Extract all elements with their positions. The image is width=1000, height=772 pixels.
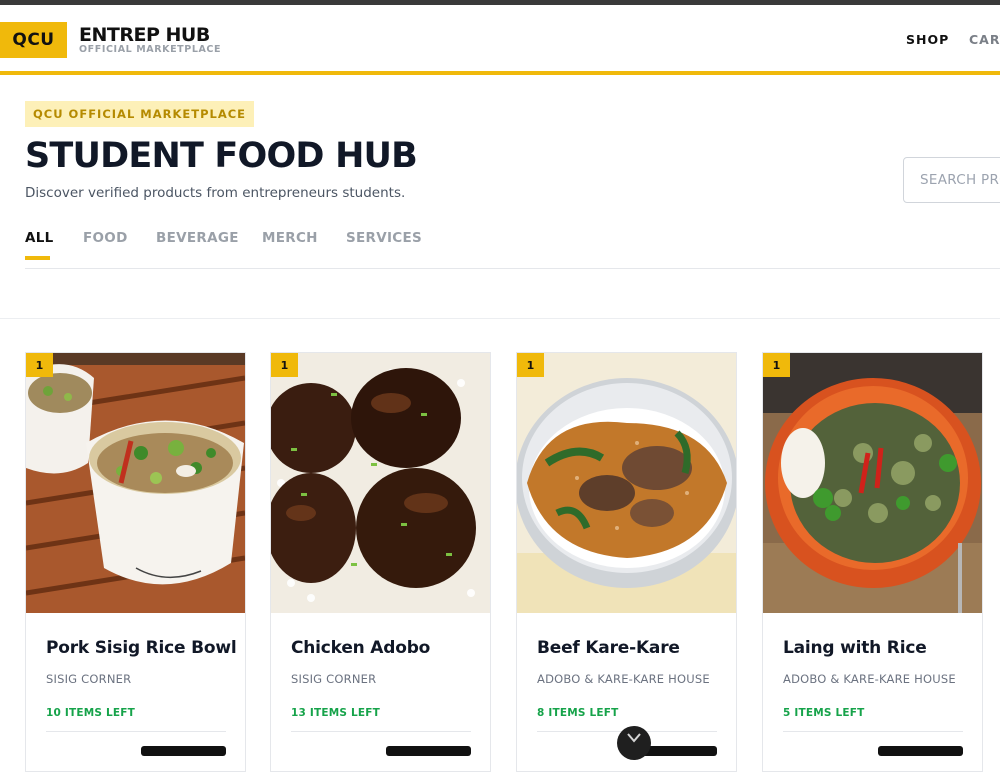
- tabs-divider: [25, 268, 1000, 269]
- product-card[interactable]: 1 Beef Kare-Kare ADOBO & KARE-KARE HOUSE…: [516, 352, 737, 772]
- quantity-badge: 1: [271, 353, 298, 377]
- product-name[interactable]: Laing with Rice: [783, 638, 927, 658]
- product-name[interactable]: Pork Sisig Rice Bowl: [46, 638, 237, 658]
- product-stock: 10 ITEMS LEFT: [46, 707, 135, 719]
- product-name[interactable]: Chicken Adobo: [291, 638, 430, 658]
- product-image[interactable]: 1: [271, 353, 490, 613]
- product-card[interactable]: 1 Pork Sisig Rice Bowl SISIG CORNER 10 I…: [25, 352, 246, 772]
- nav-cart-link[interactable]: CART: [969, 32, 1000, 47]
- brand[interactable]: ENTREP HUB OFFICIAL MARKETPLACE: [79, 25, 221, 55]
- product-image[interactable]: 1: [517, 353, 736, 613]
- brand-title: ENTREP HUB: [79, 24, 210, 46]
- product-image[interactable]: 1: [26, 353, 245, 613]
- card-divider: [291, 731, 471, 732]
- add-to-cart-button[interactable]: [386, 746, 471, 756]
- tab-beverage[interactable]: BEVERAGE: [156, 230, 239, 246]
- product-shop: ADOBO & KARE-KARE HOUSE: [783, 672, 956, 686]
- product-stock: 8 ITEMS LEFT: [537, 707, 619, 719]
- site-header: QCU ENTREP HUB OFFICIAL MARKETPLACE SHOP…: [0, 5, 1000, 75]
- product-card[interactable]: 1 Chicken Adobo SISIG CORNER 13 ITEMS LE…: [270, 352, 491, 772]
- page-title: STUDENT FOOD HUB: [25, 136, 418, 176]
- product-shop: ADOBO & KARE-KARE HOUSE: [537, 672, 710, 686]
- product-card[interactable]: 1 Laing with Rice ADOBO & KARE-KARE HOUS…: [762, 352, 983, 772]
- tab-merch[interactable]: MERCH: [262, 230, 318, 246]
- quantity-badge: 1: [763, 353, 790, 377]
- tab-all[interactable]: ALL: [25, 230, 54, 260]
- chevron-down-icon[interactable]: [617, 726, 651, 760]
- product-shop: SISIG CORNER: [291, 672, 377, 686]
- add-to-cart-button[interactable]: [878, 746, 963, 756]
- section-divider: [0, 318, 1000, 319]
- search-input[interactable]: [903, 157, 1000, 203]
- product-stock: 13 ITEMS LEFT: [291, 707, 380, 719]
- brand-subtitle: OFFICIAL MARKETPLACE: [79, 44, 222, 55]
- product-image[interactable]: 1: [763, 353, 982, 613]
- marketplace-badge: QCU OFFICIAL MARKETPLACE: [25, 101, 255, 127]
- product-shop: SISIG CORNER: [46, 672, 132, 686]
- qcu-logo[interactable]: QCU: [0, 22, 67, 58]
- quantity-badge: 1: [26, 353, 53, 377]
- product-stock: 5 ITEMS LEFT: [783, 707, 865, 719]
- tab-services[interactable]: SERVICES: [346, 230, 422, 246]
- tab-food[interactable]: FOOD: [83, 230, 128, 246]
- add-to-cart-button[interactable]: [141, 746, 226, 756]
- product-name[interactable]: Beef Kare-Kare: [537, 638, 680, 658]
- page-subtitle: Discover verified products from entrepre…: [25, 185, 406, 201]
- card-divider: [46, 731, 226, 732]
- quantity-badge: 1: [517, 353, 544, 377]
- card-divider: [783, 731, 963, 732]
- nav-shop-link[interactable]: SHOP: [906, 32, 949, 47]
